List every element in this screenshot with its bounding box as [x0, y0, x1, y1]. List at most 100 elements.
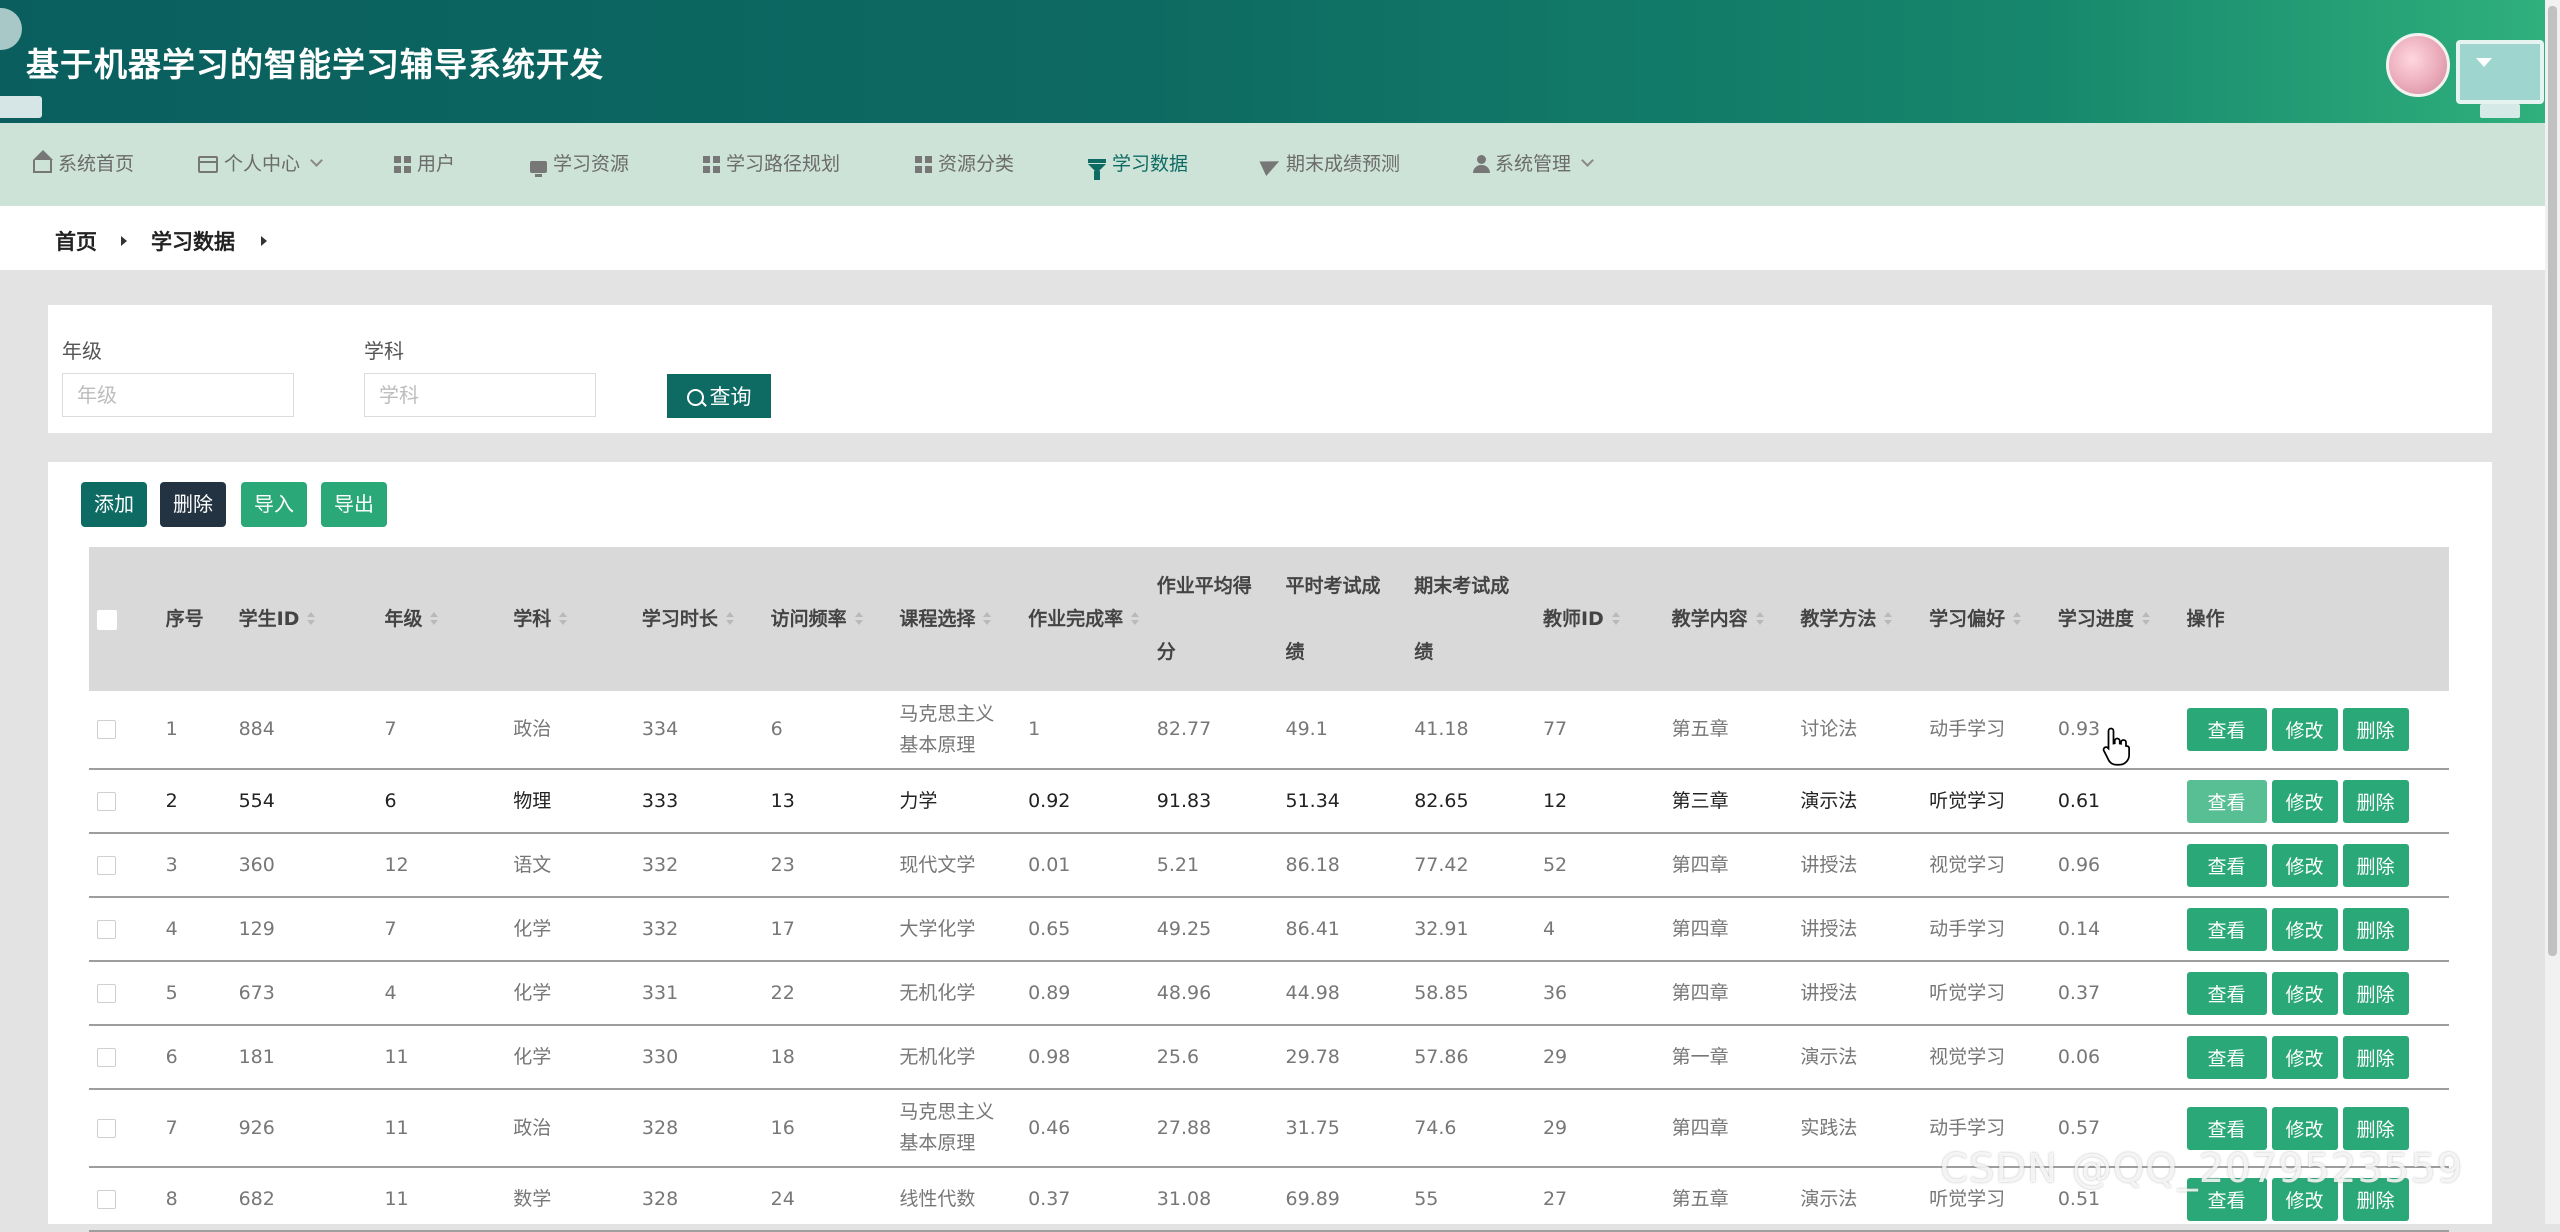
column-header[interactable]: 学习偏好: [1921, 547, 2050, 691]
sort-icon[interactable]: [2141, 612, 2150, 626]
sort-icon[interactable]: [559, 612, 568, 626]
column-header[interactable]: 学生ID: [230, 547, 377, 691]
table-cell: 第四章: [1663, 897, 1793, 962]
nav-item-learning-data[interactable]: 学习数据: [1088, 123, 1188, 206]
edit-button[interactable]: 修改: [2271, 971, 2338, 1015]
sort-icon[interactable]: [307, 612, 316, 626]
nav-item-home[interactable]: 系统首页: [33, 123, 134, 206]
column-header: 序号: [157, 547, 231, 691]
nav-item-label: 学习数据: [1112, 153, 1189, 175]
sort-icon[interactable]: [983, 612, 992, 626]
delete-button[interactable]: 删除: [2342, 843, 2409, 887]
table-cell: 0.46: [1020, 1089, 1149, 1168]
table-cell: 0.37: [1020, 1167, 1149, 1232]
column-header[interactable]: 课程选择: [891, 547, 1021, 691]
column-header[interactable]: 学习进度: [2049, 547, 2179, 691]
select-all-checkbox[interactable]: [97, 609, 117, 630]
view-button[interactable]: 查看: [2186, 843, 2267, 887]
delete-button[interactable]: 删除: [2342, 971, 2409, 1015]
subject-input[interactable]: [364, 373, 596, 417]
column-header[interactable]: 教师ID: [1534, 547, 1664, 691]
edit-button[interactable]: 修改: [2271, 1035, 2338, 1079]
table-cell: 7: [376, 691, 506, 770]
hand-cursor-icon: [2102, 727, 2130, 766]
row-checkbox[interactable]: [97, 791, 116, 811]
batch-delete-button[interactable]: 删除: [160, 482, 226, 527]
table-row: 4 129 7 化学 332 17 大学化学 0.65 49.25 86.41 32.91 4 第四章讲…: [89, 897, 2449, 962]
nav-item-users[interactable]: 用户: [394, 123, 455, 206]
sort-icon[interactable]: [1884, 612, 1893, 626]
monitor-icon: [530, 161, 547, 177]
table-cell: 政治: [505, 1089, 634, 1168]
delete-button[interactable]: 删除: [2342, 1106, 2409, 1150]
table-cell: 3: [157, 833, 231, 898]
view-button[interactable]: 查看: [2186, 1106, 2267, 1150]
nav-item-system-management[interactable]: 系统管理: [1473, 123, 1594, 206]
table-cell: 333: [633, 769, 763, 834]
column-header[interactable]: 年级: [376, 547, 506, 691]
view-button[interactable]: 查看: [2186, 1035, 2267, 1079]
view-button[interactable]: 查看: [2186, 708, 2267, 751]
sort-icon[interactable]: [430, 612, 439, 626]
scrollbar-thumb[interactable]: [2548, 6, 2557, 956]
add-button[interactable]: 添加: [81, 482, 147, 527]
nav-item-personal-center[interactable]: 个人中心: [198, 123, 323, 206]
delete-button[interactable]: 删除: [2342, 779, 2409, 823]
row-checkbox[interactable]: [97, 1047, 116, 1067]
nav-item-resource-category[interactable]: 资源分类: [915, 123, 1014, 206]
column-header[interactable]: 学习时长: [633, 547, 763, 691]
edit-button[interactable]: 修改: [2271, 1106, 2338, 1150]
subject-label: 学科: [364, 339, 404, 363]
dropdown-arrow-icon[interactable]: [2476, 58, 2492, 67]
nav-item-learning-resources[interactable]: 学习资源: [530, 123, 629, 206]
import-button[interactable]: 导入: [241, 482, 307, 527]
delete-button[interactable]: 删除: [2342, 1035, 2409, 1079]
sort-icon[interactable]: [725, 612, 734, 626]
table-cell: 演示法: [1792, 1025, 1922, 1090]
sort-icon[interactable]: [1611, 612, 1620, 626]
row-checkbox[interactable]: [97, 983, 116, 1003]
avatar[interactable]: [2386, 33, 2450, 97]
row-checkbox[interactable]: [97, 720, 116, 739]
delete-button[interactable]: 删除: [2342, 907, 2409, 951]
column-header[interactable]: 教学内容: [1663, 547, 1793, 691]
edit-button[interactable]: 修改: [2271, 708, 2338, 751]
sort-icon[interactable]: [1131, 612, 1140, 626]
delete-button[interactable]: 删除: [2342, 708, 2409, 751]
sort-icon[interactable]: [1755, 612, 1764, 626]
table-cell: 17: [762, 897, 892, 962]
edit-button[interactable]: 修改: [2271, 843, 2338, 887]
export-button[interactable]: 导出: [321, 482, 387, 527]
row-actions: 查看 修改 删除: [2178, 833, 2449, 898]
table-row: 6 181 11 化学 330 18 无机化学 0.98 25.6 29.78 57.86 29 第一章…: [89, 1025, 2449, 1090]
row-select-cell: [89, 961, 158, 1026]
row-checkbox[interactable]: [97, 1189, 116, 1209]
table-cell: 36: [1534, 961, 1664, 1026]
select-all-cell: [89, 547, 158, 691]
table-cell: 演示法: [1792, 769, 1922, 834]
row-checkbox[interactable]: [97, 1118, 116, 1138]
column-header[interactable]: 作业完成率: [1020, 547, 1149, 691]
breadcrumb-home[interactable]: 首页: [55, 226, 97, 256]
edit-button[interactable]: 修改: [2271, 907, 2338, 951]
sort-icon[interactable]: [854, 612, 863, 626]
grade-input[interactable]: [62, 373, 294, 417]
row-checkbox[interactable]: [97, 919, 116, 939]
row-select-cell: [89, 833, 158, 898]
row-checkbox[interactable]: [97, 855, 116, 875]
column-header[interactable]: 学科: [505, 547, 634, 691]
nav-item-label: 学习路径规划: [726, 153, 841, 175]
query-button[interactable]: 查询: [667, 374, 771, 418]
view-button[interactable]: 查看: [2186, 907, 2267, 951]
sort-icon[interactable]: [2013, 612, 2022, 626]
view-button[interactable]: 查看: [2186, 779, 2267, 823]
edit-button[interactable]: 修改: [2271, 779, 2338, 823]
column-header[interactable]: 教学方法: [1792, 547, 1922, 691]
table-cell: 演示法: [1792, 1167, 1922, 1232]
column-header[interactable]: 访问频率: [762, 547, 892, 691]
nav-item-learning-path[interactable]: 学习路径规划: [703, 123, 840, 206]
learning-data-table: 序号 学生ID 年级 学科 学习时长 访问频率 课程选择 作业完成率 作业平均得…: [89, 547, 2449, 1232]
view-button[interactable]: 查看: [2186, 971, 2267, 1015]
nav-item-final-prediction[interactable]: 期末成绩预测: [1259, 123, 1400, 206]
send-icon: [1259, 153, 1283, 177]
